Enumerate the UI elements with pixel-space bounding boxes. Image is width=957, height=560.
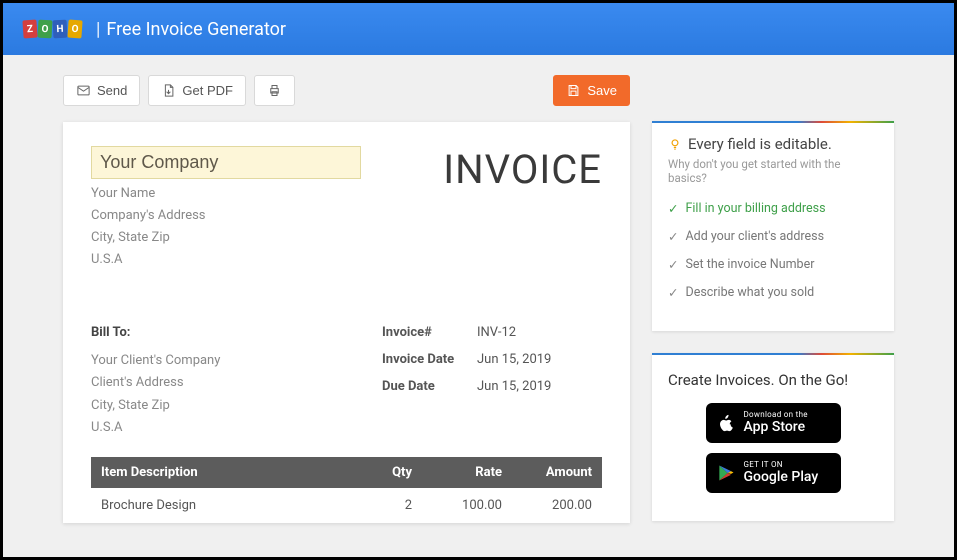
col-qty: Qty [332,465,412,480]
col-amount: Amount [502,465,592,480]
company-address-field[interactable]: Company's Address [91,205,443,227]
your-name-field[interactable]: Your Name [91,183,443,205]
tip-item: ✓Describe what you sold [668,285,878,301]
check-icon: ✓ [668,285,678,301]
file-icon [161,83,176,98]
company-country-field[interactable]: U.S.A [91,249,443,271]
play-icon [716,462,736,484]
tips-title: Every field is editable. [668,135,878,153]
app-store-button[interactable]: Download on the App Store [706,403,841,443]
col-description: Item Description [101,465,332,480]
logo-letter: O [38,20,53,39]
invoice-date-value[interactable]: Jun 15, 2019 [477,352,551,367]
toolbar: Send Get PDF Save [63,75,630,106]
send-label: Send [97,83,127,98]
bulb-icon [668,137,682,151]
item-rate[interactable]: 100.00 [412,498,502,513]
panel-accent [652,121,894,123]
promo-panel: Create Invoices. On the Go! Download on … [652,353,894,521]
promo-title: Create Invoices. On the Go! [668,371,878,389]
logo-letter: O [67,20,82,39]
company-block: Your Name Company's Address City, State … [91,146,443,271]
client-city-field[interactable]: City, State Zip [91,395,382,417]
company-name-input[interactable] [91,146,361,179]
item-qty[interactable]: 2 [332,498,412,513]
invoice-meta: Invoice# INV-12 Invoice Date Jun 15, 201… [382,325,602,438]
client-company-field[interactable]: Your Client's Company [91,350,382,372]
tips-subtitle: Why don't you get started with the basic… [668,157,878,185]
company-city-field[interactable]: City, State Zip [91,227,443,249]
get-pdf-button[interactable]: Get PDF [148,75,246,106]
col-rate: Rate [412,465,502,480]
invoice-title: INVOICE [443,146,602,271]
play-big-text: Google Play [744,470,819,485]
bill-to-block: Bill To: Your Client's Company Client's … [91,325,382,438]
logo-letter: Z [22,20,37,39]
tip-item: ✓Add your client's address [668,229,878,245]
google-play-button[interactable]: GET IT ON Google Play [706,453,841,493]
item-description[interactable]: Brochure Design [101,498,332,513]
get-pdf-label: Get PDF [182,83,233,98]
tips-panel: Every field is editable. Why don't you g… [652,121,894,331]
mail-icon [76,83,91,98]
save-label: Save [587,83,617,98]
tip-item: ✓Set the invoice Number [668,257,878,273]
due-date-value[interactable]: Jun 15, 2019 [477,379,551,394]
item-amount[interactable]: 200.00 [502,498,592,513]
check-icon: ✓ [668,257,678,273]
app-header: Z O H O | Free Invoice Generator [3,3,954,55]
due-date-label: Due Date [382,379,477,394]
save-icon [566,83,581,98]
appstore-big-text: App Store [744,420,808,435]
invoice-date-label: Invoice Date [382,352,477,367]
header-separator: | [96,19,100,40]
client-address-field[interactable]: Client's Address [91,372,382,394]
logo: Z O H O [23,20,82,38]
client-country-field[interactable]: U.S.A [91,417,382,439]
invoice-number-value[interactable]: INV-12 [477,325,516,340]
invoice-number-label: Invoice# [382,325,477,340]
check-icon: ✓ [668,201,678,217]
print-button[interactable] [254,75,295,106]
apple-icon [716,412,736,434]
table-row[interactable]: Brochure Design 2 100.00 200.00 [91,488,602,523]
panel-accent [652,353,894,355]
logo-letter: H [53,20,68,39]
check-icon: ✓ [668,229,678,245]
items-table-header: Item Description Qty Rate Amount [91,457,602,488]
tip-item: ✓Fill in your billing address [668,201,878,217]
app-title: Free Invoice Generator [106,19,286,40]
send-button[interactable]: Send [63,75,140,106]
bill-to-label: Bill To: [91,325,382,340]
save-button[interactable]: Save [553,75,630,106]
invoice-card: Your Name Company's Address City, State … [63,122,630,523]
print-icon [267,83,282,98]
